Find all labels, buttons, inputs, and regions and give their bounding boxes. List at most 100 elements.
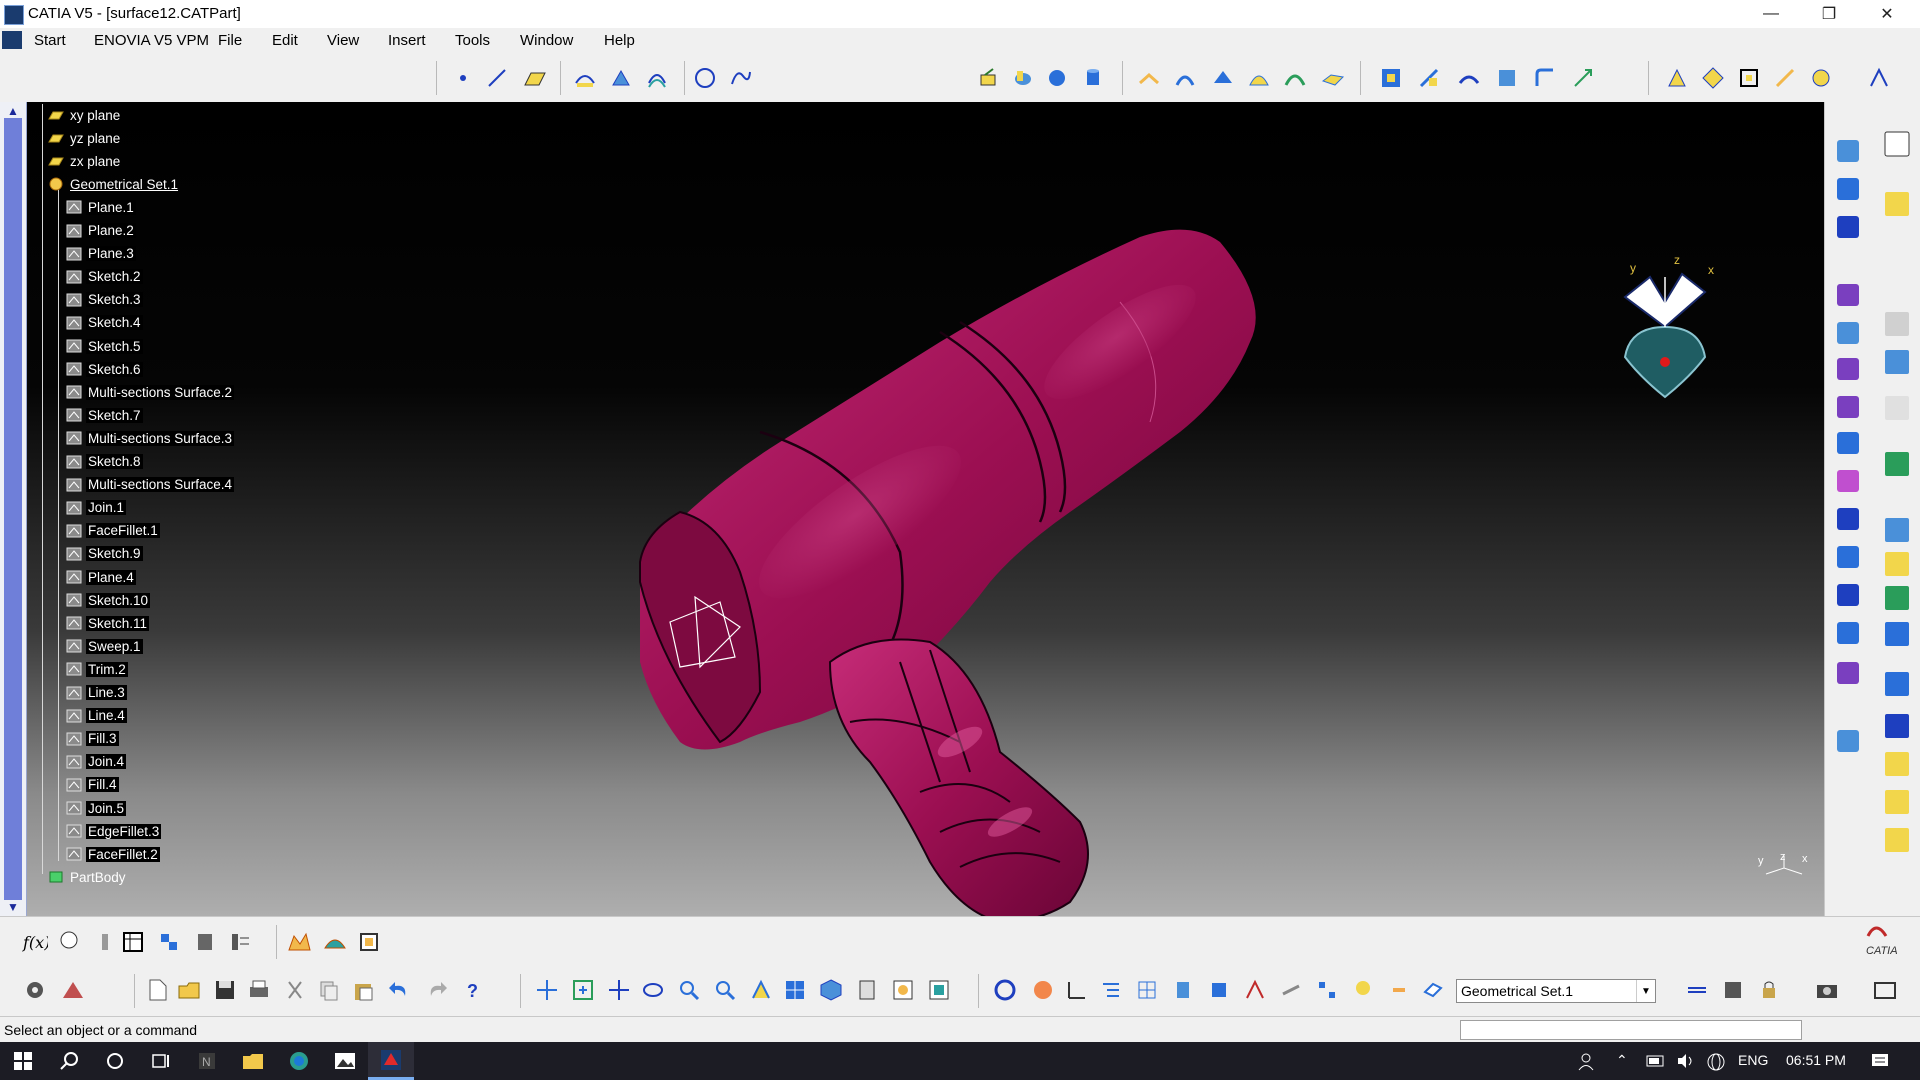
tree-item-plane-3[interactable]: Plane.3 xyxy=(66,243,136,265)
graph-tree-icon[interactable] xyxy=(1314,977,1340,1003)
restore-button[interactable]: ❐ xyxy=(1800,0,1858,28)
tree-item-sketch-10[interactable]: Sketch.10 xyxy=(66,589,151,611)
projection-icon[interactable] xyxy=(572,65,598,91)
knowledge-icon[interactable] xyxy=(92,929,118,955)
shading-icon[interactable] xyxy=(854,977,880,1003)
catalog-browser-icon[interactable] xyxy=(1720,977,1746,1003)
cylinder-view-icon[interactable] xyxy=(1170,977,1196,1003)
chevron-up-icon[interactable]: ⌃ xyxy=(1616,1052,1628,1069)
3d-viewport[interactable]: y z x y z x xyxy=(0,102,1824,916)
catia-app-icon[interactable] xyxy=(4,5,24,25)
formula-icon[interactable]: f(x) xyxy=(22,929,48,955)
lock-icon[interactable] xyxy=(1756,977,1782,1003)
tree-item-multi-sections-surface-2[interactable]: Multi-sections Surface.2 xyxy=(66,381,235,403)
line-icon[interactable] xyxy=(484,65,510,91)
capture-icon[interactable] xyxy=(1872,977,1898,1003)
shape-fillet-icon[interactable] xyxy=(1532,65,1558,91)
offset-icon[interactable] xyxy=(1136,65,1162,91)
language-indicator[interactable]: ENG xyxy=(1738,1052,1768,1068)
swap-visible-icon[interactable] xyxy=(926,977,952,1003)
task-view-icon[interactable] xyxy=(138,1042,184,1080)
multi-sections-surface-icon[interactable] xyxy=(1246,65,1272,91)
menu-window[interactable]: Window xyxy=(520,32,573,49)
develop-icon[interactable] xyxy=(1664,65,1690,91)
tree-item-sketch-5[interactable]: Sketch.5 xyxy=(66,335,143,357)
save-icon[interactable] xyxy=(212,977,238,1003)
multi-view-icon[interactable] xyxy=(782,977,808,1003)
menu-tools[interactable]: Tools xyxy=(455,32,490,49)
notification-icon[interactable] xyxy=(1870,1051,1890,1074)
tree-item-join-5[interactable]: Join.5 xyxy=(66,797,127,819)
normal-view-icon[interactable] xyxy=(748,977,774,1003)
undo-icon[interactable] xyxy=(386,977,412,1003)
rotate-icon[interactable] xyxy=(640,977,666,1003)
comment-icon[interactable] xyxy=(56,929,82,955)
minimize-button[interactable]: — xyxy=(1742,0,1800,28)
extract-icon[interactable] xyxy=(1494,65,1520,91)
tree-item-sketch-3[interactable]: Sketch.3 xyxy=(66,289,143,311)
camera-icon[interactable] xyxy=(1814,977,1840,1003)
menu-file[interactable]: File xyxy=(218,32,242,49)
geometrical-set-selector[interactable]: Geometrical Set.1 ▼ xyxy=(1456,979,1656,1003)
command-input[interactable] xyxy=(1460,1020,1802,1040)
redo-icon[interactable] xyxy=(424,977,450,1003)
tree-item-sketch-8[interactable]: Sketch.8 xyxy=(66,451,143,473)
menu-insert[interactable]: Insert xyxy=(388,32,426,49)
list-icon[interactable] xyxy=(226,929,252,955)
pan-icon[interactable] xyxy=(606,977,632,1003)
tree-item-plane-2[interactable]: Plane.2 xyxy=(66,220,136,242)
split-icon[interactable] xyxy=(1378,65,1404,91)
file-explorer-icon[interactable] xyxy=(230,1042,276,1080)
copy-icon[interactable] xyxy=(316,977,342,1003)
menu-help[interactable]: Help xyxy=(604,32,635,49)
tree-item-geometrical-set-1[interactable]: Geometrical Set.1 xyxy=(48,173,180,195)
cylinder-icon[interactable] xyxy=(1080,65,1106,91)
law-icon[interactable] xyxy=(1808,65,1834,91)
join-icon[interactable] xyxy=(1320,65,1346,91)
tree-item-join-1[interactable]: Join.1 xyxy=(66,497,127,519)
plane-icon[interactable] xyxy=(522,65,548,91)
volume-icon[interactable] xyxy=(1676,1052,1696,1073)
tree-item-sketch-9[interactable]: Sketch.9 xyxy=(66,543,143,565)
notes-app-icon[interactable]: N xyxy=(184,1042,230,1080)
gear-icon[interactable] xyxy=(22,977,48,1003)
zoom-in-icon[interactable] xyxy=(676,977,702,1003)
tree-item-sketch-4[interactable]: Sketch.4 xyxy=(66,312,143,334)
sun-icon[interactable] xyxy=(1030,977,1056,1003)
measure-icon[interactable] xyxy=(1278,977,1304,1003)
compass-icon[interactable]: y z x xyxy=(1610,252,1720,402)
tree-expand-icon[interactable] xyxy=(1098,977,1124,1003)
tree-item-facefillet-1[interactable]: FaceFillet.1 xyxy=(66,520,160,542)
catalog-icon[interactable] xyxy=(192,929,218,955)
minus-icon[interactable] xyxy=(1386,977,1412,1003)
tree-item-sweep-1[interactable]: Sweep.1 xyxy=(66,635,143,657)
tree-item-edgefillet-3[interactable]: EdgeFillet.3 xyxy=(66,820,162,842)
trim-icon[interactable] xyxy=(1416,65,1442,91)
windows-start-icon[interactable] xyxy=(0,1042,46,1080)
menu-enovia[interactable]: ENOVIA V5 VPM xyxy=(94,32,209,49)
iso-view-icon[interactable] xyxy=(818,977,844,1003)
tree-item-zx-plane[interactable]: zx plane xyxy=(48,150,122,172)
close-button[interactable]: ✕ xyxy=(1858,0,1916,28)
zoom-out-icon[interactable] xyxy=(712,977,738,1003)
help-icon[interactable]: ? xyxy=(462,977,488,1003)
light-icon[interactable] xyxy=(1350,977,1376,1003)
tree-item-line-4[interactable]: Line.4 xyxy=(66,705,127,727)
scroll-up-icon[interactable]: ▲ xyxy=(3,104,23,118)
table-icon[interactable] xyxy=(120,929,146,955)
rectangle-pattern-icon[interactable] xyxy=(1736,65,1762,91)
edge-browser-icon[interactable] xyxy=(276,1042,322,1080)
tree-item-multi-sections-surface-3[interactable]: Multi-sections Surface.3 xyxy=(66,427,235,449)
surface-analysis-icon[interactable] xyxy=(322,929,348,955)
document-icon[interactable] xyxy=(2,31,22,49)
tree-item-plane-1[interactable]: Plane.1 xyxy=(66,196,136,218)
report-icon[interactable] xyxy=(356,929,382,955)
intersection-icon[interactable] xyxy=(608,65,634,91)
menu-start[interactable]: Start xyxy=(34,32,66,49)
blend-icon[interactable] xyxy=(1282,65,1308,91)
catia-taskbar-icon[interactable] xyxy=(368,1042,414,1080)
network-globe-icon[interactable] xyxy=(1706,1052,1726,1075)
sweep-icon[interactable] xyxy=(1172,65,1198,91)
fly-mode-icon[interactable] xyxy=(534,977,560,1003)
people-icon[interactable] xyxy=(1576,1051,1596,1074)
